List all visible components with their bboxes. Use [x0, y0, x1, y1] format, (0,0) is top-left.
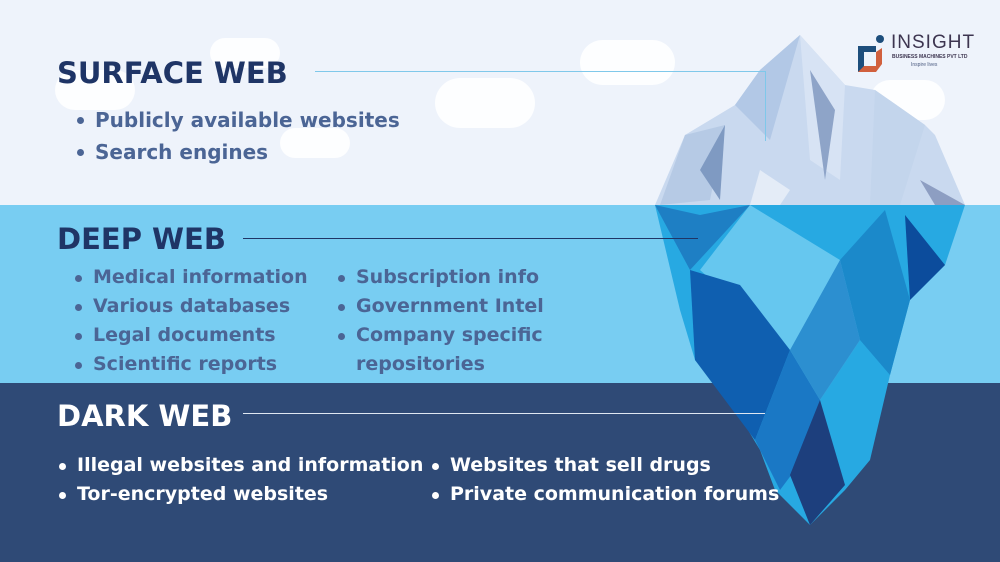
cloud — [435, 78, 535, 128]
bullet-icon — [59, 462, 66, 470]
list-item: Search engines — [75, 136, 400, 168]
list-item: Publicly available websites — [75, 104, 400, 136]
deep-web-connector-line — [243, 238, 698, 239]
logo-title: INSIGHT — [891, 32, 976, 53]
dark-web-title: DARK WEB — [57, 399, 233, 433]
bullet-icon — [75, 361, 82, 369]
list-item: Websites that sell drugs — [430, 451, 779, 480]
bullet-icon — [338, 303, 345, 311]
bullet-icon — [75, 332, 82, 340]
list-item: Various databases — [73, 292, 308, 321]
bullet-icon — [59, 491, 66, 499]
deep-web-title: DEEP WEB — [57, 222, 226, 256]
bullet-icon — [432, 462, 439, 470]
list-item: Legal documents — [73, 321, 308, 350]
company-logo: INSIGHT BUSINESS MACHINES PVT LTD Inspir… — [856, 32, 976, 74]
bullet-icon — [75, 303, 82, 311]
bullet-icon — [432, 491, 439, 499]
surface-web-connector-line — [315, 71, 765, 72]
insight-logo-icon — [858, 35, 884, 72]
surface-web-list: Publicly available websites Search engin… — [75, 104, 400, 168]
list-item: Private communication forums — [430, 480, 779, 509]
list-item: Scientific reports — [73, 350, 308, 379]
logo-tagline: Inspire lives — [911, 62, 938, 68]
deep-web-list-col1: Medical information Various databases Le… — [73, 263, 308, 379]
deep-web-list-col2: Subscription info Government Intel Compa… — [336, 263, 544, 379]
bullet-icon — [338, 332, 345, 340]
bullet-icon — [75, 274, 82, 282]
list-item: Company specific — [336, 321, 544, 350]
list-item: Government Intel — [336, 292, 544, 321]
list-item: Illegal websites and information — [57, 451, 423, 480]
surface-web-connector-line — [765, 71, 766, 141]
logo-subtitle: BUSINESS MACHINES PVT LTD — [892, 54, 968, 60]
list-item: Medical information — [73, 263, 308, 292]
dark-web-list-col2: Websites that sell drugs Private communi… — [430, 451, 779, 509]
list-item: Subscription info — [336, 263, 544, 292]
bullet-icon — [77, 149, 84, 156]
dark-web-connector-line — [243, 413, 765, 414]
bullet-icon — [77, 117, 84, 124]
list-item: Tor-encrypted websites — [57, 480, 423, 509]
list-item-continuation: repositories — [356, 353, 485, 375]
bullet-icon — [338, 274, 345, 282]
dark-web-list-col1: Illegal websites and information Tor-enc… — [57, 451, 423, 509]
surface-web-title: SURFACE WEB — [57, 56, 288, 90]
